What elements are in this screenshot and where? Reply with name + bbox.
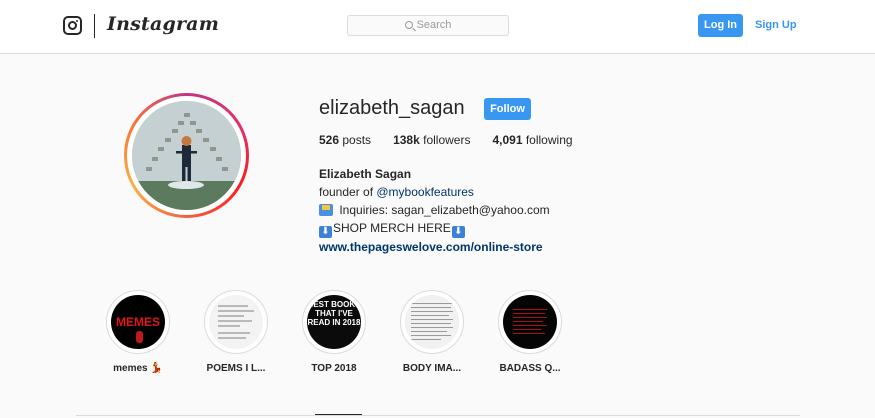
highlight-ring (498, 290, 562, 354)
highlight-cover-text: MEMES (115, 315, 160, 329)
profile-bio: Elizabeth Sagan founder of @mybookfeatur… (319, 165, 550, 256)
login-button[interactable]: Log In (698, 14, 743, 37)
highlight-label: POEMS I L... (206, 363, 266, 374)
bio-founder-prefix: founder of (319, 185, 377, 199)
followers-label: followers (423, 133, 471, 147)
bio-inquiries-text: Inquiries: sagan_elizabeth@yahoo.com (336, 203, 550, 217)
bio-line-inquiries: Inquiries: sagan_elizabeth@yahoo.com (319, 201, 550, 219)
highlight-poems[interactable]: POEMS I L... (191, 290, 281, 374)
search-icon (404, 21, 413, 29)
following-count: 4,091 (492, 133, 523, 147)
bio-merch-text: SHOP MERCH HERE (333, 221, 451, 235)
inbox-tray-icon (319, 204, 333, 216)
signup-link[interactable]: Sign Up (755, 14, 797, 37)
search-placeholder: Search (416, 19, 452, 31)
active-tab-indicator (315, 414, 362, 415)
followers-count: 138k (393, 133, 420, 147)
bio-mention-link[interactable]: @mybookfeatures (376, 185, 474, 199)
highlight-body-image[interactable]: BODY IMA... (387, 290, 477, 374)
highlight-badass-quotes[interactable]: BADASS Q... (485, 290, 575, 374)
highlight-cover-poems (209, 295, 263, 349)
dancer-figure (136, 331, 143, 343)
down-arrow-icon: ⬇ (451, 226, 465, 238)
highlight-label: BADASS Q... (499, 363, 561, 374)
highlight-ring (400, 290, 464, 354)
highlight-memes[interactable]: MEMES memes 💃 (93, 290, 183, 374)
tabs-divider (76, 415, 800, 416)
followers-stat[interactable]: 138k followers (393, 133, 470, 147)
profile-stats: 526 posts 138k followers 4,091 following (319, 133, 595, 147)
highlight-ring (204, 290, 268, 354)
avatar[interactable] (132, 101, 241, 210)
highlight-label: memes 💃 (113, 363, 163, 374)
highlight-label: BODY IMA... (402, 363, 462, 374)
highlight-cover-memes: MEMES (111, 295, 165, 349)
follow-button[interactable]: Follow (484, 98, 531, 120)
highlight-ring: BEST BOOKS THAT I'VE READ IN 2018 (302, 290, 366, 354)
highlight-cover-badass (503, 295, 557, 349)
posts-stat: 526 posts (319, 133, 371, 147)
avatar-photo (132, 101, 241, 210)
bio-line-merch: ⬇ SHOP MERCH HERE ⬇ (319, 219, 550, 238)
posts-label: posts (342, 133, 372, 147)
highlight-label: TOP 2018 (311, 363, 357, 374)
instagram-wordmark[interactable]: Instagram (107, 13, 219, 35)
logo-divider (94, 14, 95, 38)
bio-website-link[interactable]: www.thepageswelove.com/online-store (319, 238, 550, 256)
avatar-frame (127, 96, 246, 215)
highlight-top-2018[interactable]: BEST BOOKS THAT I'VE READ IN 2018 TOP 20… (289, 290, 379, 374)
profile-username: elizabeth_sagan (319, 97, 465, 119)
highlight-cover-top-2018: BEST BOOKS THAT I'VE READ IN 2018 (307, 295, 361, 349)
highlight-cover-body-image (405, 295, 459, 349)
profile-full-name: Elizabeth Sagan (319, 167, 412, 181)
instagram-camera-icon[interactable] (63, 16, 82, 35)
following-label: following (525, 133, 573, 147)
highlight-ring: MEMES (106, 290, 170, 354)
following-stat[interactable]: 4,091 following (492, 133, 572, 147)
down-arrow-icon: ⬇ (319, 226, 332, 238)
posts-count: 526 (319, 133, 340, 147)
top-nav-bar: Instagram Search Log In Sign Up (0, 0, 875, 54)
search-input[interactable]: Search (347, 15, 509, 36)
bio-line-founder: founder of @mybookfeatures (319, 183, 550, 201)
story-ring[interactable] (124, 93, 249, 218)
